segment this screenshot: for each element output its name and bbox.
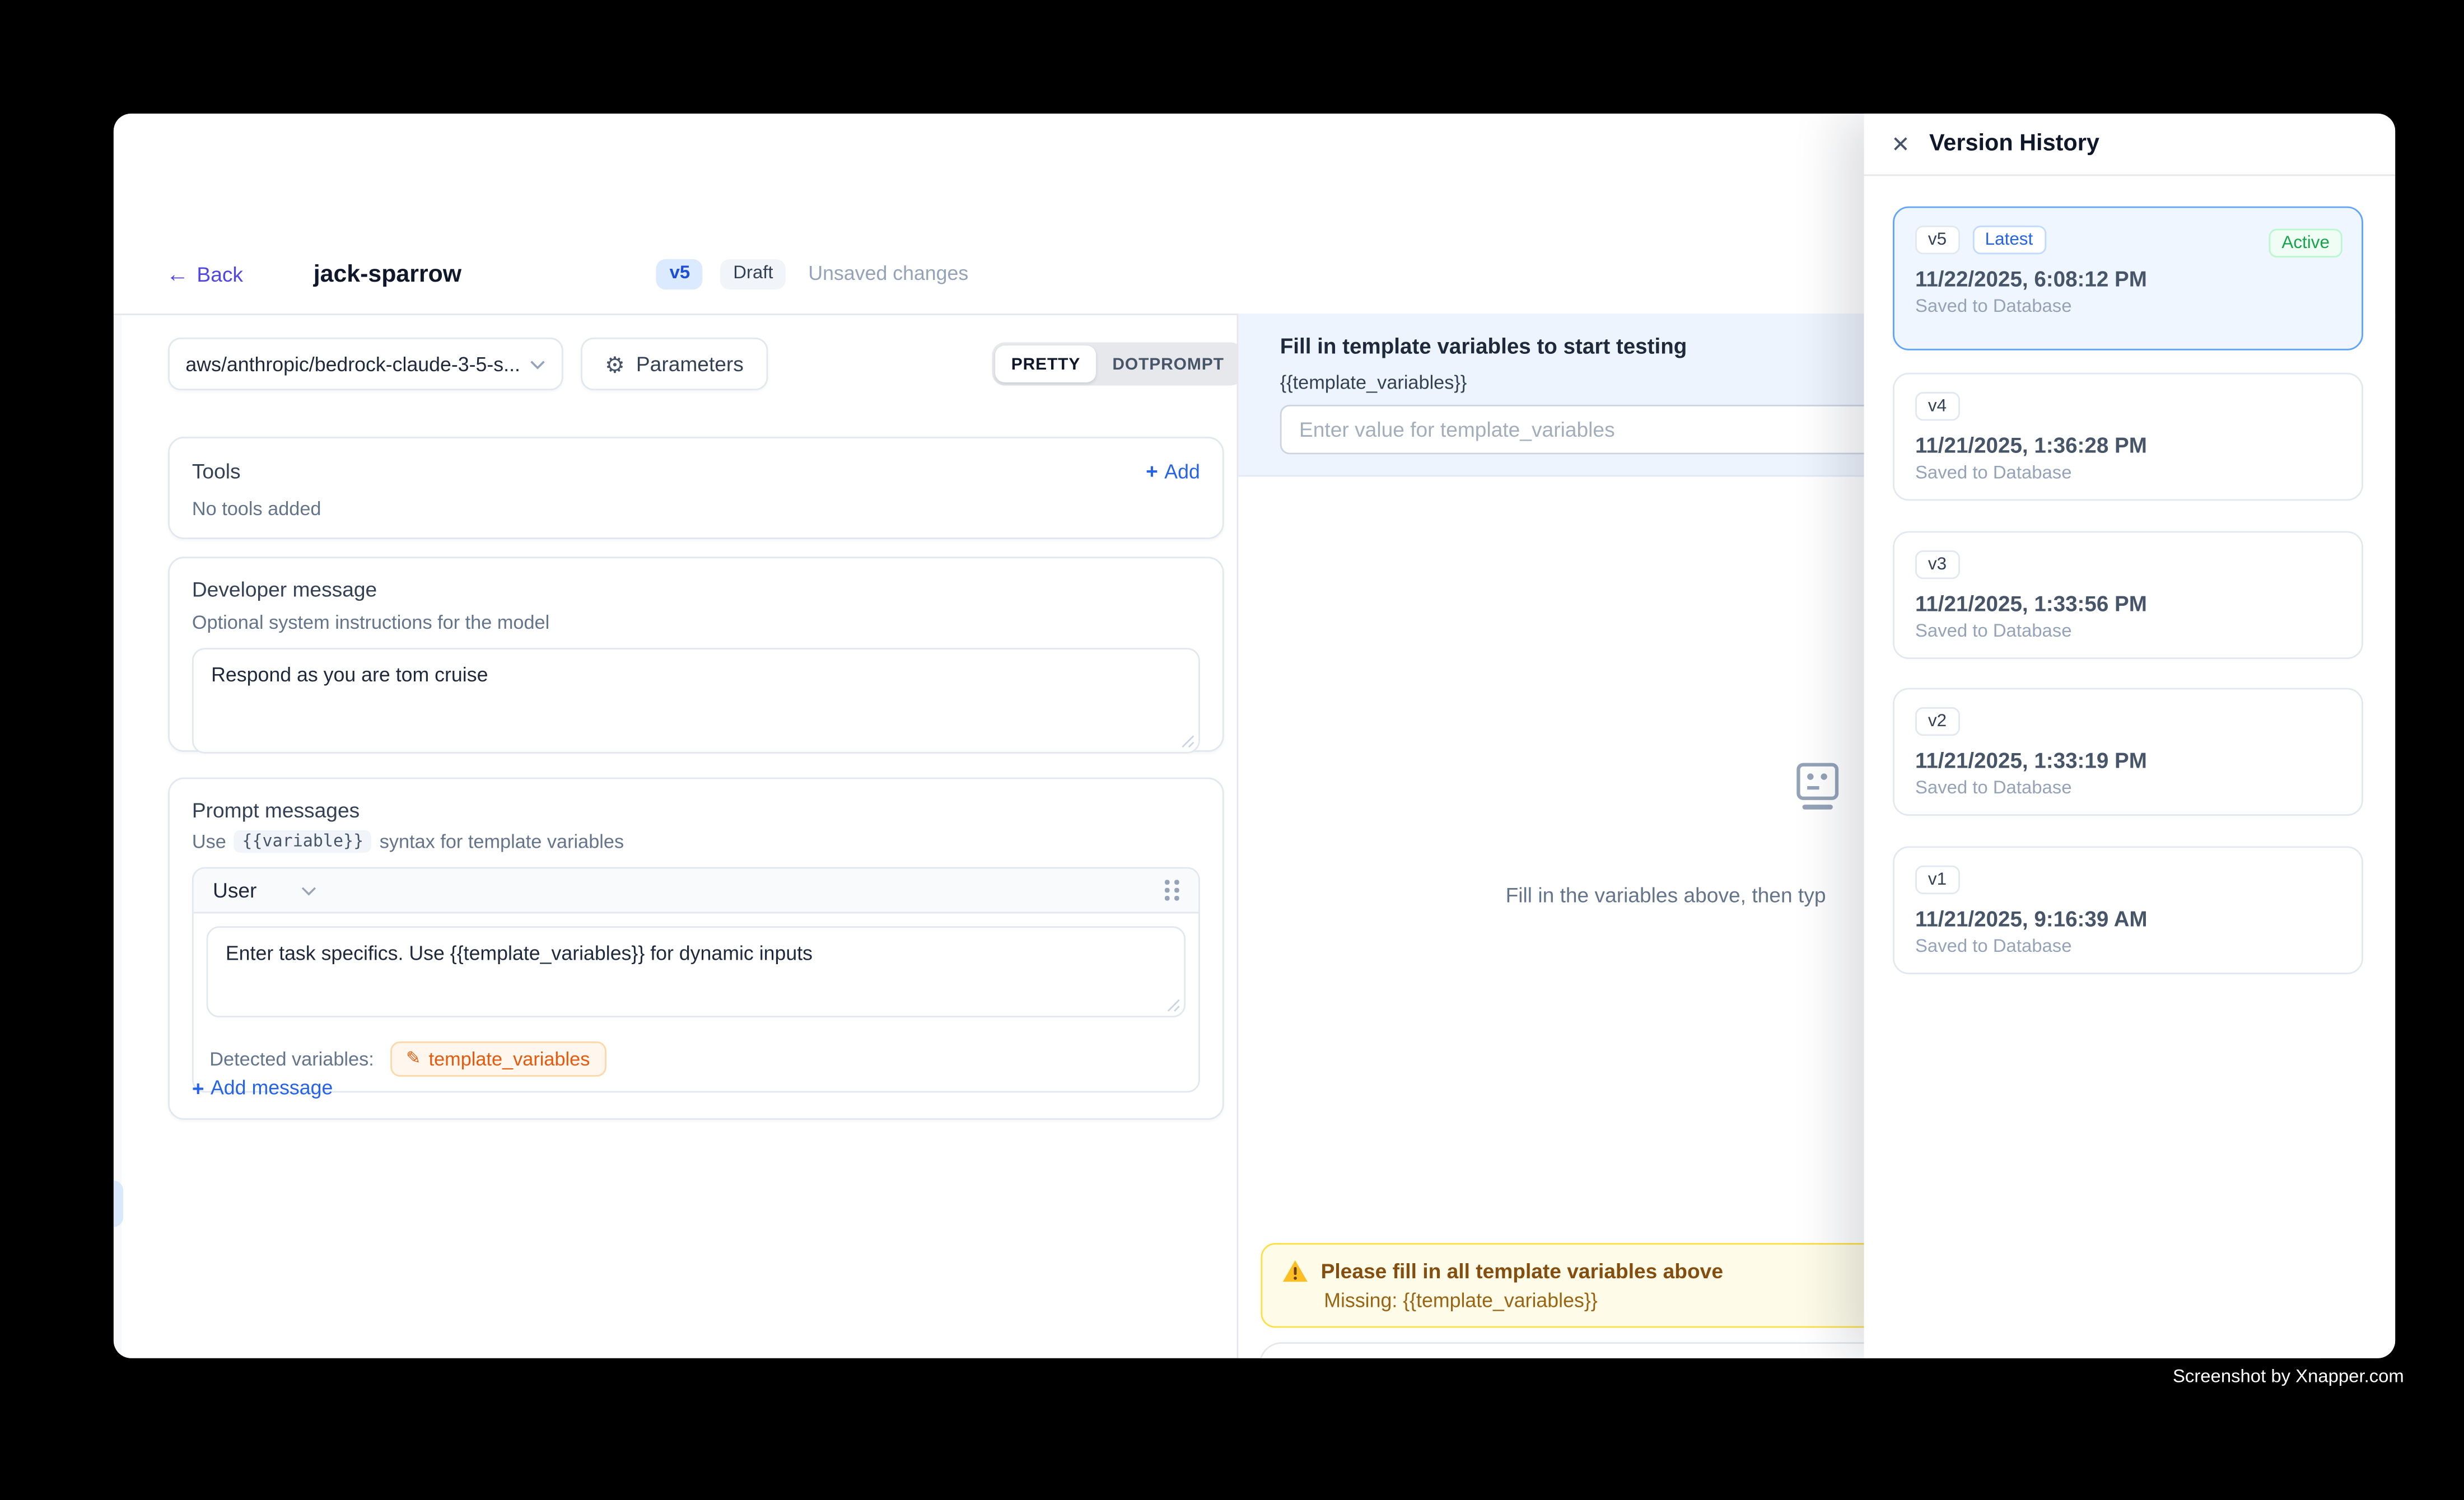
version-timestamp: 11/21/2025, 1:33:56 PM bbox=[1915, 592, 2341, 616]
tools-title: Tools bbox=[192, 459, 241, 483]
version-timestamp: 11/21/2025, 1:33:19 PM bbox=[1915, 749, 2341, 773]
gear-icon: ⚙ bbox=[605, 353, 625, 375]
tools-empty-text: No tools added bbox=[192, 498, 1200, 520]
edge-tab[interactable] bbox=[114, 1181, 123, 1227]
version-card-v5[interactable]: v5 Latest Active 11/22/2025, 6:08:12 PM … bbox=[1893, 207, 2363, 351]
version-history-panel: ✕ Version History v5 Latest Active 11/22… bbox=[1864, 114, 2396, 1358]
version-number-badge: v2 bbox=[1915, 707, 1959, 736]
version-card-v1[interactable]: v1 11/21/2025, 9:16:39 AM Saved to Datab… bbox=[1893, 846, 2363, 974]
prompt-messages-title: Prompt messages bbox=[192, 798, 1200, 823]
pencil-icon: ✎ bbox=[406, 1050, 421, 1068]
message-block: User Enter task specifics. Use {{templat… bbox=[192, 867, 1200, 1093]
message-role-value: User bbox=[213, 878, 256, 903]
toggle-dotprompt[interactable]: DOTPROMPT bbox=[1096, 345, 1240, 382]
format-toggle: PRETTY DOTPROMPT bbox=[992, 342, 1243, 385]
developer-message-card: Developer message Optional system instru… bbox=[168, 557, 1224, 752]
model-select-value: aws/anthropic/bedrock-claude-3-5-s... bbox=[185, 353, 529, 375]
active-badge: Active bbox=[2269, 229, 2342, 258]
version-timestamp: 11/22/2025, 6:08:12 PM bbox=[1915, 267, 2341, 291]
close-icon[interactable]: ✕ bbox=[1891, 133, 1910, 155]
template-variable-name: template_variables bbox=[429, 1048, 590, 1070]
bot-face-icon bbox=[1791, 761, 1842, 812]
drag-handle-icon[interactable] bbox=[1165, 880, 1179, 900]
add-tool-label: Add bbox=[1164, 460, 1200, 482]
hint-suffix: syntax for template variables bbox=[380, 830, 624, 853]
stage: ← Back jack-sparrow v5 Draft Unsaved cha… bbox=[0, 0, 2464, 1500]
version-card-v4[interactable]: v4 11/21/2025, 1:36:28 PM Saved to Datab… bbox=[1893, 373, 2363, 501]
detected-variables-label: Detected variables: bbox=[209, 1048, 374, 1070]
tools-card: Tools + Add No tools added bbox=[168, 437, 1224, 539]
version-card-v2[interactable]: v2 11/21/2025, 1:33:19 PM Saved to Datab… bbox=[1893, 688, 2363, 816]
parameters-label: Parameters bbox=[636, 352, 744, 376]
version-number-badge: v4 bbox=[1915, 392, 1959, 420]
chevron-down-icon bbox=[530, 359, 546, 368]
plus-icon: + bbox=[192, 1077, 204, 1098]
message-header: User bbox=[194, 868, 1198, 913]
plus-icon: + bbox=[1146, 461, 1158, 482]
developer-message-textarea[interactable]: Respond as you are tom cruise bbox=[192, 648, 1200, 754]
version-history-title: Version History bbox=[1929, 131, 2099, 157]
developer-message-subtitle: Optional system instructions for the mod… bbox=[192, 611, 1200, 633]
empty-state-text: Fill in the variables above, then typ bbox=[1506, 883, 1826, 907]
add-message-button[interactable]: + Add message bbox=[192, 1077, 333, 1099]
version-number-badge: v3 bbox=[1915, 550, 1959, 579]
version-storage: Saved to Database bbox=[1915, 297, 2341, 316]
add-message-label: Add message bbox=[211, 1077, 333, 1099]
resize-handle-icon[interactable] bbox=[1181, 734, 1196, 749]
parameters-button[interactable]: ⚙ Parameters bbox=[581, 338, 768, 390]
version-timestamp: 11/21/2025, 1:36:28 PM bbox=[1915, 433, 2341, 457]
version-storage: Saved to Database bbox=[1915, 622, 2341, 641]
version-badge: v5 bbox=[657, 258, 703, 288]
version-storage: Saved to Database bbox=[1915, 464, 2341, 483]
panel-divider bbox=[1864, 174, 2396, 176]
prompt-messages-card: Prompt messages Use {{variable}} syntax … bbox=[168, 778, 1224, 1120]
back-arrow-icon: ← bbox=[166, 263, 189, 285]
version-number-badge: v1 bbox=[1915, 866, 1959, 894]
hint-prefix: Use bbox=[192, 830, 226, 853]
resize-handle-icon[interactable] bbox=[1166, 998, 1181, 1013]
warning-icon bbox=[1281, 1258, 1308, 1282]
message-role-select[interactable]: User bbox=[213, 878, 318, 903]
version-storage: Saved to Database bbox=[1915, 779, 2341, 798]
latest-badge: Latest bbox=[1972, 226, 2046, 254]
back-button[interactable]: ← Back bbox=[166, 261, 243, 286]
version-number-badge: v5 bbox=[1915, 226, 1959, 254]
page-title: jack-sparrow bbox=[314, 260, 461, 287]
back-label: Back bbox=[197, 261, 243, 286]
toggle-pretty[interactable]: PRETTY bbox=[995, 345, 1096, 382]
variable-syntax-chip: {{variable}} bbox=[234, 830, 371, 853]
app-window: ← Back jack-sparrow v5 Draft Unsaved cha… bbox=[114, 114, 2395, 1358]
watermark-text: Screenshot by Xnapper.com bbox=[2173, 1368, 2404, 1387]
chevron-down-icon bbox=[301, 885, 318, 895]
draft-badge: Draft bbox=[720, 258, 786, 288]
developer-message-title: Developer message bbox=[192, 577, 1200, 601]
version-storage: Saved to Database bbox=[1915, 937, 2341, 956]
model-select[interactable]: aws/anthropic/bedrock-claude-3-5-s... bbox=[168, 338, 563, 390]
unsaved-changes-label: Unsaved changes bbox=[808, 263, 968, 285]
version-card-v3[interactable]: v3 11/21/2025, 1:33:56 PM Saved to Datab… bbox=[1893, 531, 2363, 660]
warning-title: Please fill in all template variables ab… bbox=[1321, 1258, 1723, 1282]
version-timestamp: 11/21/2025, 9:16:39 AM bbox=[1915, 907, 2341, 931]
add-tool-button[interactable]: + Add bbox=[1146, 460, 1200, 482]
message-textarea[interactable]: Enter task specifics. Use {{template_var… bbox=[207, 926, 1186, 1017]
template-variable-chip[interactable]: ✎ template_variables bbox=[390, 1041, 606, 1077]
